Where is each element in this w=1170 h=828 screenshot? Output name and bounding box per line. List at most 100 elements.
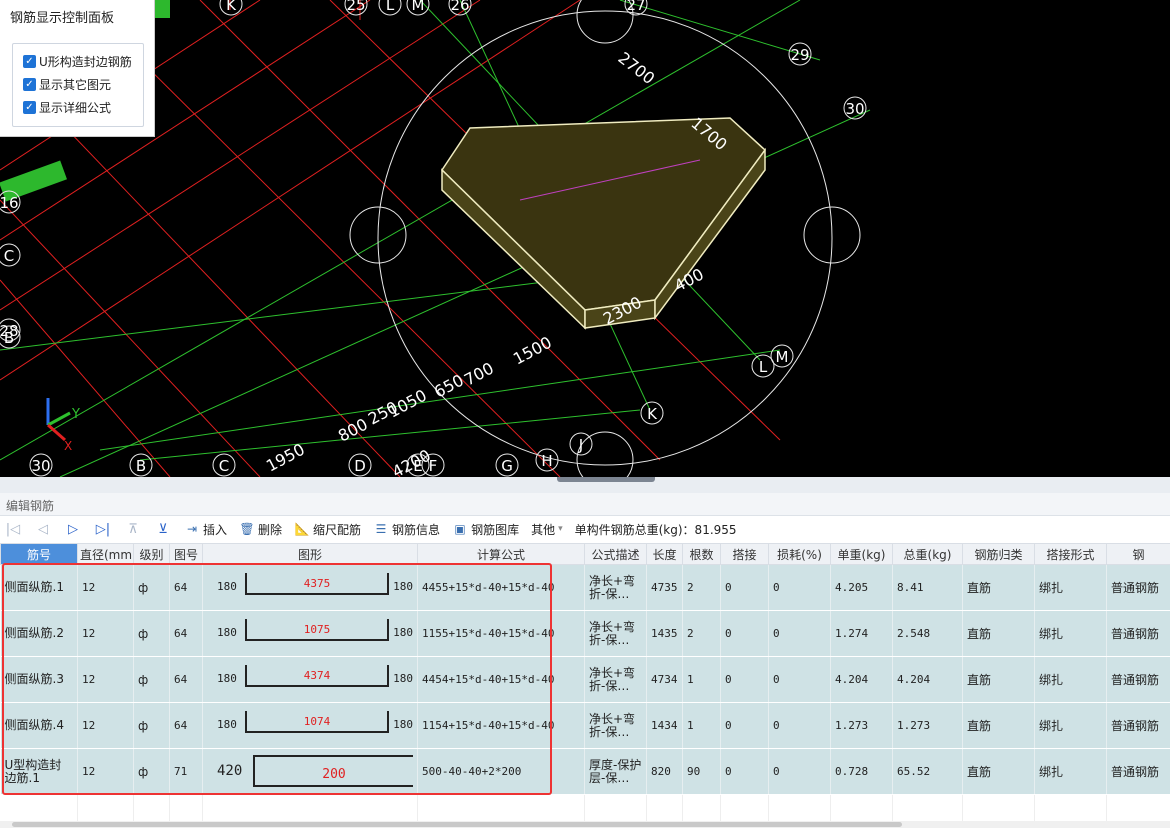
col-header[interactable]: 筋号 (0, 543, 78, 565)
col-header[interactable]: 级别 (133, 543, 170, 565)
table-row[interactable]: 侧面纵筋.3 12 ф 64 180 4374 180 4454+15*d-40+15*d-4… (0, 656, 1170, 703)
cell-cat[interactable]: 直筋 (962, 702, 1035, 749)
cell-name[interactable]: 侧面纵筋.3 (0, 656, 78, 703)
cell-grade[interactable]: ф (133, 564, 170, 611)
rebar-library-button[interactable]: ▣ 钢筋图库 (452, 521, 519, 538)
cell-empty[interactable] (892, 794, 963, 822)
cell-cat[interactable]: 直筋 (962, 564, 1035, 611)
col-header[interactable]: 图形 (202, 543, 418, 565)
cell-total[interactable]: 65.52 (892, 748, 963, 795)
cell-lapform[interactable]: 绑扎 (1034, 656, 1107, 703)
cell-empty[interactable] (202, 794, 418, 822)
cell-empty[interactable] (77, 794, 134, 822)
cell-cat[interactable]: 直筋 (962, 610, 1035, 657)
cell-name[interactable]: U型构造封边筋.1 (0, 748, 78, 795)
3d-viewport[interactable]: 2700 1700 400 2300 1500 800 250 1050 650… (0, 0, 1170, 477)
checkbox-checked-icon[interactable]: ✓ (23, 55, 36, 68)
checkbox-show-detail-formula[interactable]: ✓ 显示详细公式 (23, 99, 111, 116)
checkbox-show-other-elements[interactable]: ✓ 显示其它图元 (23, 76, 111, 93)
col-header[interactable]: 计算公式 (417, 543, 585, 565)
cell-cat[interactable]: 直筋 (962, 656, 1035, 703)
cell-lapform[interactable]: 绑扎 (1034, 564, 1107, 611)
other-dropdown[interactable]: 其他 ▾ (531, 521, 563, 538)
cell-len[interactable]: 4735 (646, 564, 683, 611)
cell-dia[interactable]: 12 (77, 564, 134, 611)
cell-empty[interactable] (1034, 794, 1107, 822)
horizontal-scrollbar[interactable] (0, 821, 1170, 828)
cell-shape[interactable]: 180 1074 180 (202, 702, 418, 749)
cell-lap[interactable]: 0 (720, 610, 769, 657)
cell-lap[interactable]: 0 (720, 656, 769, 703)
cell-total[interactable]: 2.548 (892, 610, 963, 657)
col-header[interactable]: 钢 (1106, 543, 1170, 565)
col-header[interactable]: 单重(kg) (830, 543, 893, 565)
cell-count[interactable]: 1 (682, 656, 721, 703)
cell-desc[interactable]: 净长+弯折-保… (584, 702, 647, 749)
cell-total[interactable]: 1.273 (892, 702, 963, 749)
cell-empty[interactable] (169, 794, 203, 822)
prev-record-icon[interactable]: ◁ (34, 522, 52, 537)
move-up-icon[interactable]: ⊼ (124, 522, 142, 537)
cell-name[interactable]: 侧面纵筋.2 (0, 610, 78, 657)
col-header[interactable]: 直径(mm) (77, 543, 134, 565)
cell-lapform[interactable]: 绑扎 (1034, 610, 1107, 657)
cell-fig[interactable]: 64 (169, 702, 203, 749)
cell-empty[interactable] (768, 794, 831, 822)
cell-type[interactable]: 普通钢筋 (1106, 610, 1170, 657)
table-row[interactable]: 侧面纵筋.2 12 ф 64 180 1075 180 1155+15*d-40+15*d-4… (0, 610, 1170, 657)
cell-loss[interactable]: 0 (768, 656, 831, 703)
cell-desc[interactable]: 厚度-保护层-保… (584, 748, 647, 795)
cell-desc[interactable]: 净长+弯折-保… (584, 656, 647, 703)
cell-desc[interactable]: 净长+弯折-保… (584, 564, 647, 611)
splitter[interactable] (0, 477, 1170, 493)
cell-dia[interactable]: 12 (77, 610, 134, 657)
cell-cat[interactable]: 直筋 (962, 748, 1035, 795)
cell-unit[interactable]: 4.205 (830, 564, 893, 611)
cell-fig[interactable]: 64 (169, 564, 203, 611)
checkbox-u-edge-rebar[interactable]: ✓ U形构造封边钢筋 (23, 53, 132, 70)
cell-formula[interactable]: 500-40-40+2*200 (417, 748, 585, 795)
cell-name[interactable]: 侧面纵筋.4 (0, 702, 78, 749)
cell-empty[interactable] (682, 794, 721, 822)
cell-empty[interactable] (646, 794, 683, 822)
col-header[interactable]: 搭接 (720, 543, 769, 565)
cell-shape[interactable]: 420 200 (202, 748, 418, 795)
cell-empty[interactable] (962, 794, 1035, 822)
cell-count[interactable]: 2 (682, 564, 721, 611)
scale-rebar-button[interactable]: 📐 缩尺配筋 (294, 521, 362, 538)
cell-lap[interactable]: 0 (720, 702, 769, 749)
table-row[interactable]: 侧面纵筋.1 12 ф 64 180 4375 180 4455+15*d-40+15*d-4… (0, 564, 1170, 611)
delete-button[interactable]: 🗑 删除 (239, 521, 282, 538)
cell-type[interactable]: 普通钢筋 (1106, 702, 1170, 749)
cell-total[interactable]: 4.204 (892, 656, 963, 703)
cell-lap[interactable]: 0 (720, 564, 769, 611)
col-header[interactable]: 图号 (169, 543, 203, 565)
cell-lapform[interactable]: 绑扎 (1034, 748, 1107, 795)
cell-len[interactable]: 1434 (646, 702, 683, 749)
cell-len[interactable]: 4734 (646, 656, 683, 703)
cell-dia[interactable]: 12 (77, 656, 134, 703)
cell-fig[interactable]: 64 (169, 656, 203, 703)
next-record-icon[interactable]: ▷ (64, 522, 82, 537)
cell-name[interactable]: 侧面纵筋.1 (0, 564, 78, 611)
cell-grade[interactable]: ф (133, 702, 170, 749)
cell-dia[interactable]: 12 (77, 702, 134, 749)
cell-loss[interactable]: 0 (768, 564, 831, 611)
cell-shape[interactable]: 180 4374 180 (202, 656, 418, 703)
cell-dia[interactable]: 12 (77, 748, 134, 795)
first-record-icon[interactable]: |◁ (4, 522, 22, 537)
cell-desc[interactable]: 净长+弯折-保… (584, 610, 647, 657)
cell-count[interactable]: 1 (682, 702, 721, 749)
cell-unit[interactable]: 1.274 (830, 610, 893, 657)
table-row[interactable]: 侧面纵筋.4 12 ф 64 180 1074 180 1154+15*d-40+15*d-4… (0, 702, 1170, 749)
splitter-grip[interactable] (557, 477, 655, 482)
cell-shape[interactable]: 180 4375 180 (202, 564, 418, 611)
cell-formula[interactable]: 4454+15*d-40+15*d-40 (417, 656, 585, 703)
cell-type[interactable]: 普通钢筋 (1106, 748, 1170, 795)
cell-formula[interactable]: 1154+15*d-40+15*d-40 (417, 702, 585, 749)
cell-formula[interactable]: 1155+15*d-40+15*d-40 (417, 610, 585, 657)
cell-count[interactable]: 90 (682, 748, 721, 795)
col-header[interactable]: 长度 (646, 543, 683, 565)
cell-fig[interactable]: 64 (169, 610, 203, 657)
cell-loss[interactable]: 0 (768, 702, 831, 749)
